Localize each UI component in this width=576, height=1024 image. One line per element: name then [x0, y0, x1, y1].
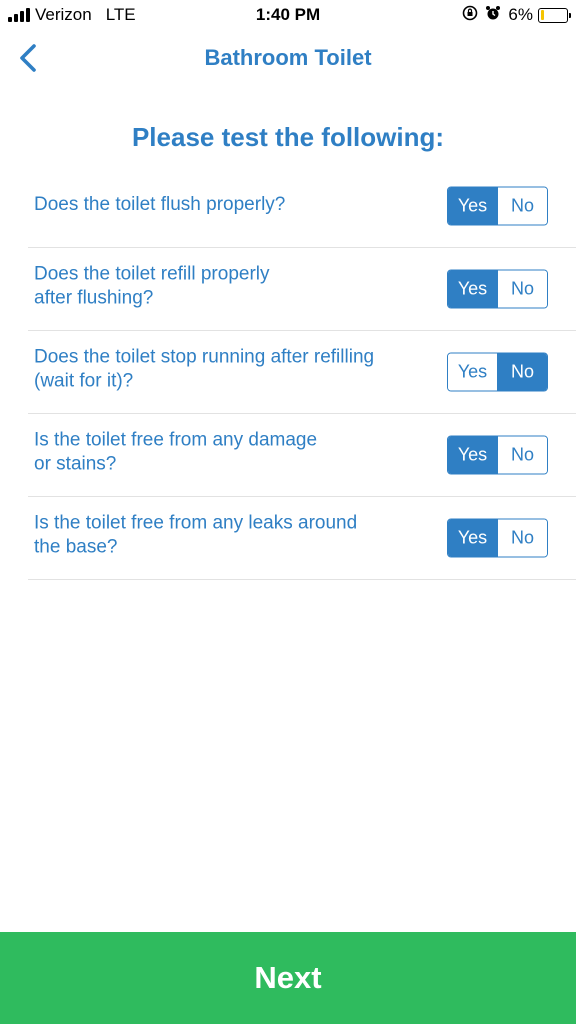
question-text: Does the toilet refill properly after fl…: [34, 263, 270, 309]
question-row: Is the toilet free from any damage or st…: [28, 414, 576, 497]
section-heading: Please test the following:: [131, 122, 445, 152]
no-option[interactable]: No: [497, 270, 547, 308]
battery-icon: [538, 7, 571, 23]
question-row: Does the toilet refill properly after fl…: [28, 248, 576, 331]
yes-no-toggle: Yes No: [447, 435, 548, 475]
yes-no-toggle: Yes No: [447, 269, 548, 309]
battery-percent: 6%: [508, 5, 533, 24]
page-title: Bathroom Toilet: [204, 45, 372, 70]
yes-option[interactable]: Yes: [448, 436, 497, 474]
question-text: Is the toilet free from any damage or st…: [34, 429, 318, 475]
yes-option[interactable]: Yes: [448, 519, 497, 557]
question-row: Is the toilet free from any leaks around…: [28, 497, 576, 580]
yes-option[interactable]: Yes: [448, 353, 497, 391]
status-bar: Verizon LTE 1:40 PM 6%: [0, 0, 576, 30]
rotation-lock-icon: [462, 5, 478, 25]
yes-no-toggle: Yes No: [447, 352, 548, 392]
no-option[interactable]: No: [497, 187, 547, 225]
no-option[interactable]: No: [497, 436, 547, 474]
yes-no-toggle: Yes No: [447, 518, 548, 558]
question-text: Does the toilet stop running after refil…: [34, 346, 375, 392]
question-text: Does the toilet flush properly?: [34, 193, 286, 215]
yes-option[interactable]: Yes: [448, 187, 497, 225]
status-right: 6%: [462, 5, 571, 25]
battery-level: [540, 10, 544, 20]
question-row: Does the toilet flush properly? Yes No: [28, 165, 576, 248]
alarm-icon: [485, 5, 501, 25]
yes-no-toggle: Yes No: [447, 186, 548, 226]
question-text: Is the toilet free from any leaks around…: [34, 512, 358, 558]
yes-option[interactable]: Yes: [448, 270, 497, 308]
next-button[interactable]: Next: [0, 932, 576, 1024]
question-list: Does the toilet flush properly? Yes No D…: [28, 165, 576, 580]
nav-bar: Bathroom Toilet: [0, 30, 576, 88]
no-option[interactable]: No: [497, 353, 547, 391]
no-option[interactable]: No: [497, 519, 547, 557]
question-row: Does the toilet stop running after refil…: [28, 331, 576, 414]
